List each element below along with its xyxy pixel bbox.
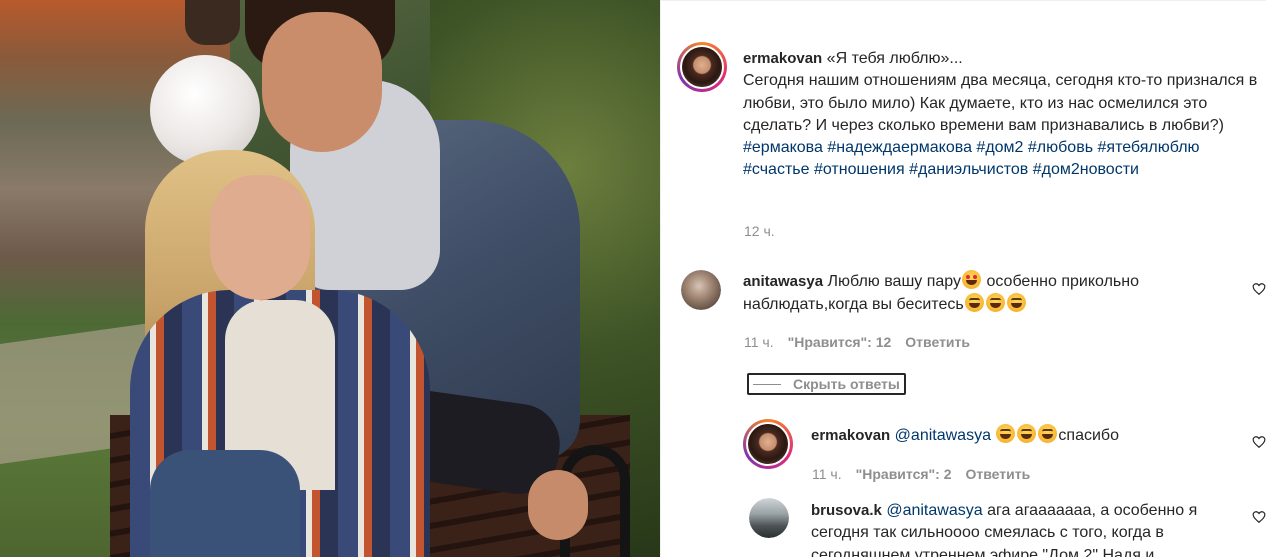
hashtag-link[interactable]: #даниэльчистов [909,161,1028,178]
avatar-image [681,270,721,310]
caption-timestamp[interactable]: 12 ч. [744,223,775,239]
hashtag-link[interactable]: #надеждаермакова [827,139,972,156]
comment-meta: 11 ч. "Нравится": 12 Ответить [744,334,970,350]
reply-meta: 11 ч. "Нравится": 2 Ответить [812,466,1030,482]
reply: brusova.k @anitawasya ага агааааааа, а о… [811,500,1241,557]
avatar-image [748,424,788,464]
heart-outline-icon[interactable] [1252,510,1266,524]
photo-woman-face [210,175,310,300]
reply: ermakovan @anitawasya спасибо [811,424,1231,447]
reply-author-username[interactable]: ermakovan [811,427,890,444]
photo-man-face [262,12,382,152]
photo-lamp-globe [150,55,260,165]
comment-author-username[interactable]: anitawasya [743,273,823,290]
caption-title: «Я тебя люблю»... [826,50,963,67]
photo-man-hand [528,470,588,540]
reply-button[interactable]: Ответить [966,466,1031,482]
comment-author-avatar[interactable] [681,270,721,310]
comment-text-part1: Люблю вашу пару [827,273,962,290]
panel-divider [660,0,1266,1]
hashtag-link[interactable]: #счастье [743,161,810,178]
heart-outline-icon[interactable] [1252,282,1266,296]
hide-replies-label: Скрыть ответы [793,376,900,392]
replies-divider-line [753,383,781,385]
face-with-tears-of-joy-icon [1017,424,1037,443]
face-with-tears-of-joy-icon [996,424,1016,443]
face-with-tears-of-joy-icon [1006,293,1026,313]
face-with-tears-of-joy-icon [1038,424,1058,443]
reply-author-avatar[interactable] [743,419,793,469]
comment-timestamp[interactable]: 11 ч. [744,334,774,350]
comment-likes-count[interactable]: "Нравится": 12 [788,334,892,350]
post-caption: ermakovan «Я тебя люблю»... Сегодня наши… [743,48,1258,182]
reply-mention-link[interactable]: @anitawasya [895,427,991,444]
hashtag-link[interactable]: #ятебялюблю [1098,139,1200,156]
heart-outline-icon[interactable] [1252,435,1266,449]
caption-author-username[interactable]: ermakovan [743,50,822,67]
reply-mention-link[interactable]: @anitawasya [886,502,982,519]
face-with-tears-of-joy-icon [964,293,984,313]
hashtag-link[interactable]: #дом2новости [1033,161,1139,178]
caption-body: Сегодня нашим отношениям два месяца, сег… [743,72,1258,134]
reply-button[interactable]: Ответить [905,334,970,350]
reply-author-username[interactable]: brusova.k [811,502,882,519]
reply-text: спасибо [1058,427,1119,444]
avatar-image [682,47,722,87]
comment: anitawasya Люблю вашу пару особенно прик… [743,270,1223,317]
smiling-face-with-heart-eyes-icon [962,270,982,289]
reply-timestamp[interactable]: 11 ч. [812,466,842,482]
hashtag-link[interactable]: #отношения [814,161,905,178]
reply-likes-count[interactable]: "Нравится": 2 [856,466,952,482]
photo-woman-jeans [150,450,300,557]
hashtag-link[interactable]: #ермакова [743,139,823,156]
post-photo[interactable] [0,0,660,557]
caption-author-avatar[interactable] [677,42,727,92]
photo-lamp-post [185,0,240,45]
reply-author-avatar[interactable] [749,498,789,538]
face-with-tears-of-joy-icon [985,293,1005,313]
hide-replies-button[interactable]: Скрыть ответы [747,373,906,395]
hashtag-link[interactable]: #любовь [1028,139,1093,156]
avatar-image [749,498,789,538]
hashtag-link[interactable]: #дом2 [976,139,1023,156]
